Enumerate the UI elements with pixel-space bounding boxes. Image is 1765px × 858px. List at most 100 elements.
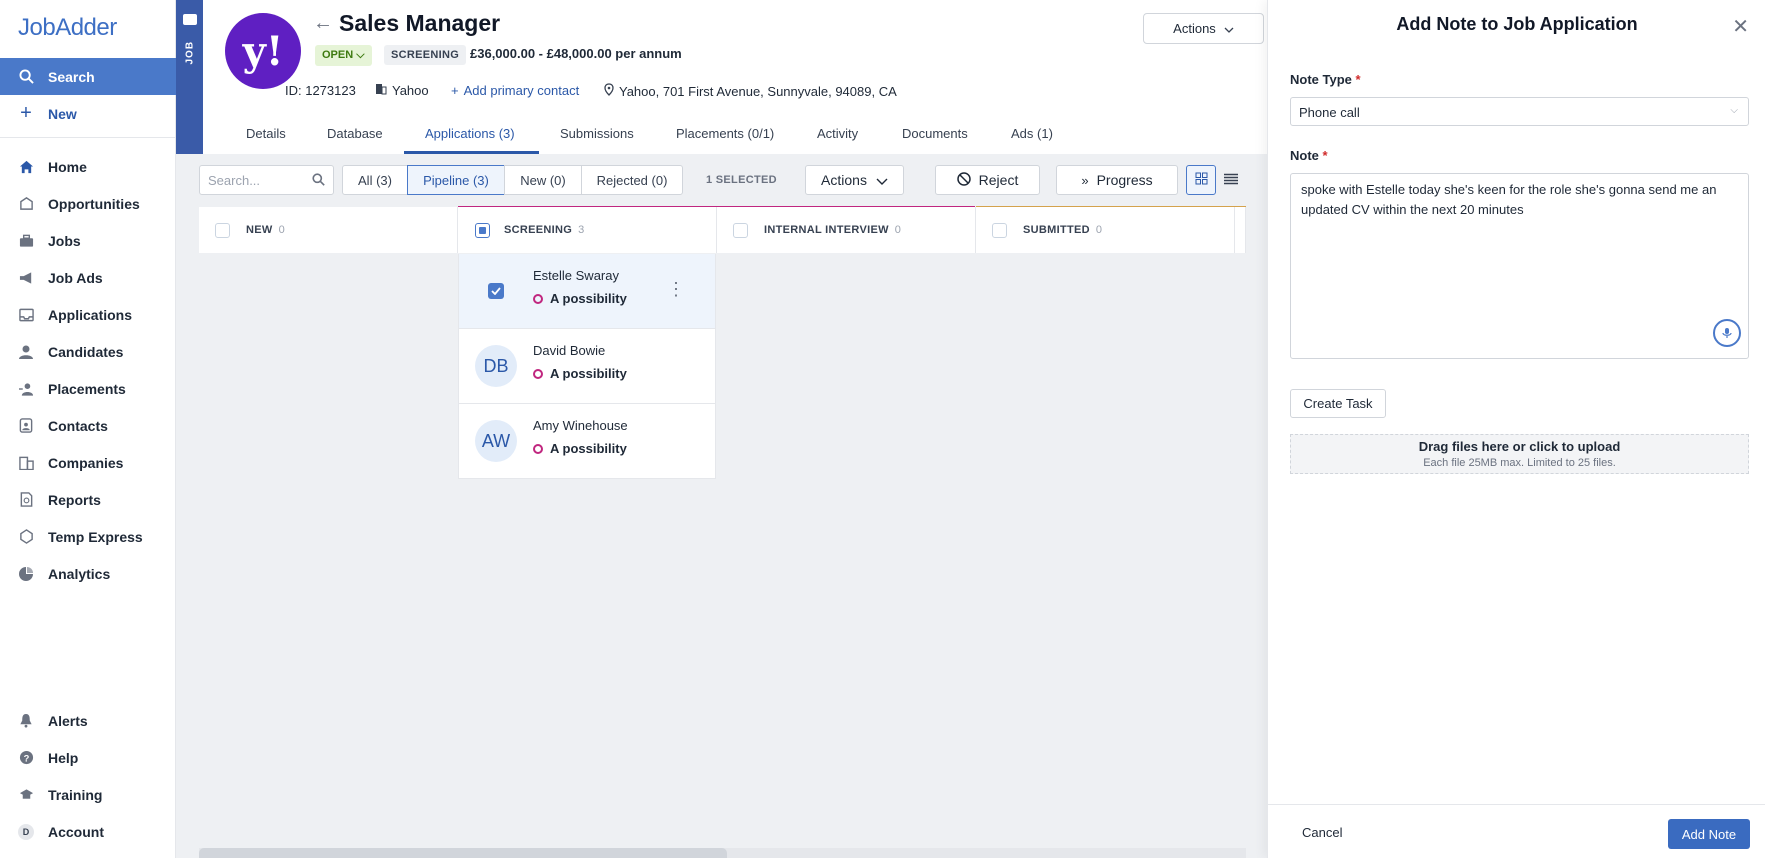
progress-button[interactable]: » Progress <box>1056 165 1178 195</box>
building-icon <box>18 455 34 471</box>
plus-icon: + <box>20 102 32 124</box>
sidebar-item-job-ads[interactable]: Job Ads <box>0 259 176 296</box>
sidebar-item-label: Training <box>48 786 103 803</box>
chevron-down-icon: ⌵ <box>1730 105 1738 116</box>
sidebar-new-label: New <box>48 105 77 122</box>
sidebar-item-opportunities[interactable]: Opportunities <box>0 185 176 222</box>
sidebar-new[interactable]: + New <box>0 95 176 132</box>
note-type-label-text: Note Type <box>1290 72 1352 87</box>
filter-rejected[interactable]: Rejected (0) <box>581 165 683 195</box>
sidebar-search[interactable]: Search <box>0 58 176 95</box>
cancel-button[interactable]: Cancel <box>1302 825 1342 840</box>
sidebar-item-contacts[interactable]: Contacts <box>0 407 176 444</box>
tab-placements[interactable]: Placements (0/1) <box>676 126 774 141</box>
candidate-name[interactable]: Amy Winehouse <box>533 418 628 433</box>
company-link[interactable]: Yahoo <box>375 83 429 98</box>
sidebar-item-companies[interactable]: Companies <box>0 444 176 481</box>
candidate-name[interactable]: David Bowie <box>533 343 605 358</box>
column-submitted: SUBMITTED 0 <box>976 207 1235 253</box>
sidebar-item-label: Companies <box>48 454 124 471</box>
briefcase-icon <box>18 233 34 249</box>
sidebar-item-label: Job Ads <box>48 269 103 286</box>
board-view-button[interactable] <box>1186 165 1216 195</box>
sidebar-item-home[interactable]: Home <box>0 148 176 185</box>
sidebar-item-jobs[interactable]: Jobs <box>0 222 176 259</box>
close-icon[interactable]: ✕ <box>1732 14 1749 39</box>
tab-ads[interactable]: Ads (1) <box>1011 126 1053 141</box>
checkbox-checked-icon[interactable] <box>488 283 504 299</box>
status-label: A possibility <box>550 441 627 456</box>
sidebar-item-reports[interactable]: Reports <box>0 481 176 518</box>
add-primary-contact-link[interactable]: + Add primary contact <box>451 83 579 98</box>
sidebar-item-alerts[interactable]: Alerts <box>0 702 176 739</box>
chevron-down-icon <box>1224 21 1234 36</box>
status-label: A possibility <box>550 366 627 381</box>
sidebar-item-label: Placements <box>48 380 126 397</box>
candidate-name[interactable]: Estelle Swaray <box>533 268 619 283</box>
header-actions-button[interactable]: Actions <box>1143 13 1264 44</box>
sidebar-item-analytics[interactable]: Analytics <box>0 555 176 592</box>
sidebar-item-label: Analytics <box>48 565 111 582</box>
column-select-checkbox[interactable] <box>992 222 1007 238</box>
required-marker: * <box>1355 72 1361 87</box>
column-title: SCREENING <box>504 224 573 236</box>
sidebar-item-help[interactable]: ? Help <box>0 739 176 776</box>
candidate-status: A possibility <box>533 441 627 456</box>
reject-label: Reject <box>978 172 1019 188</box>
sidebar-item-candidates[interactable]: Candidates <box>0 333 176 370</box>
list-view-button[interactable] <box>1216 165 1246 195</box>
double-chevron-right-icon: » <box>1081 172 1089 188</box>
back-arrow-icon[interactable]: ← <box>313 12 333 35</box>
tab-applications[interactable]: Applications (3) <box>425 126 515 141</box>
sidebar-item-label: Opportunities <box>48 195 140 212</box>
sidebar-item-temp-express[interactable]: Temp Express <box>0 518 176 555</box>
note-textarea[interactable]: spoke with Estelle today she's keen for … <box>1290 173 1749 359</box>
column-select-checkbox[interactable] <box>215 222 230 238</box>
add-note-button[interactable]: Add Note <box>1668 819 1750 849</box>
job-id: ID: 1273123 <box>285 83 356 98</box>
status-badge[interactable]: OPEN ⌵ <box>315 45 372 66</box>
app-logo[interactable]: JobAdder <box>18 14 117 42</box>
microphone-icon[interactable] <box>1713 319 1741 347</box>
search-input[interactable]: Search... <box>199 165 334 195</box>
company-name: Yahoo <box>392 83 429 98</box>
more-options-icon[interactable]: ⋮ <box>667 280 685 298</box>
filter-new[interactable]: New (0) <box>504 165 582 195</box>
list-icon <box>1224 172 1238 188</box>
tab-submissions[interactable]: Submissions <box>560 126 634 141</box>
create-task-button[interactable]: Create Task <box>1290 389 1386 418</box>
progress-label: Progress <box>1096 172 1153 188</box>
column-select-checkbox[interactable] <box>733 222 748 238</box>
filter-all[interactable]: All (3) <box>342 165 408 195</box>
reject-button[interactable]: Reject <box>935 165 1040 195</box>
location[interactable]: Yahoo, 701 First Avenue, Sunnyvale, 9408… <box>604 83 897 99</box>
sidebar-item-label: Candidates <box>48 343 124 360</box>
panel-footer-divider <box>1268 804 1765 805</box>
briefcase-icon <box>183 14 197 25</box>
search-icon <box>18 69 34 85</box>
selected-count: 1 SELECTED <box>706 174 777 186</box>
sidebar-item-training[interactable]: Training <box>0 776 176 813</box>
tab-database[interactable]: Database <box>327 126 383 141</box>
chevron-down-icon <box>876 172 888 188</box>
column-select-checkbox[interactable] <box>475 222 490 238</box>
filter-pipeline[interactable]: Pipeline (3) <box>407 165 505 195</box>
sidebar-item-placements[interactable]: Placements <box>0 370 176 407</box>
upload-title: Drag files here or click to upload <box>1418 439 1621 454</box>
candidate-card[interactable]: Estelle Swaray A possibility ⋮ <box>458 254 716 329</box>
report-icon <box>18 492 34 508</box>
bulk-actions-button[interactable]: Actions <box>805 165 904 195</box>
candidate-card[interactable]: AW Amy Winehouse A possibility <box>458 404 716 479</box>
status-label: A possibility <box>550 291 627 306</box>
note-label-text: Note <box>1290 148 1319 163</box>
tab-details[interactable]: Details <box>246 126 286 141</box>
sidebar-item-account[interactable]: D Account <box>0 813 176 850</box>
tab-activity[interactable]: Activity <box>817 126 858 141</box>
candidate-card[interactable]: DB David Bowie A possibility <box>458 329 716 404</box>
horizontal-scrollbar[interactable] <box>199 848 727 858</box>
note-type-select[interactable]: Phone call ⌵ <box>1290 97 1749 126</box>
pie-chart-icon <box>18 566 34 582</box>
tab-documents[interactable]: Documents <box>902 126 968 141</box>
file-upload-dropzone[interactable]: Drag files here or click to upload Each … <box>1290 434 1749 474</box>
sidebar-item-applications[interactable]: Applications <box>0 296 176 333</box>
